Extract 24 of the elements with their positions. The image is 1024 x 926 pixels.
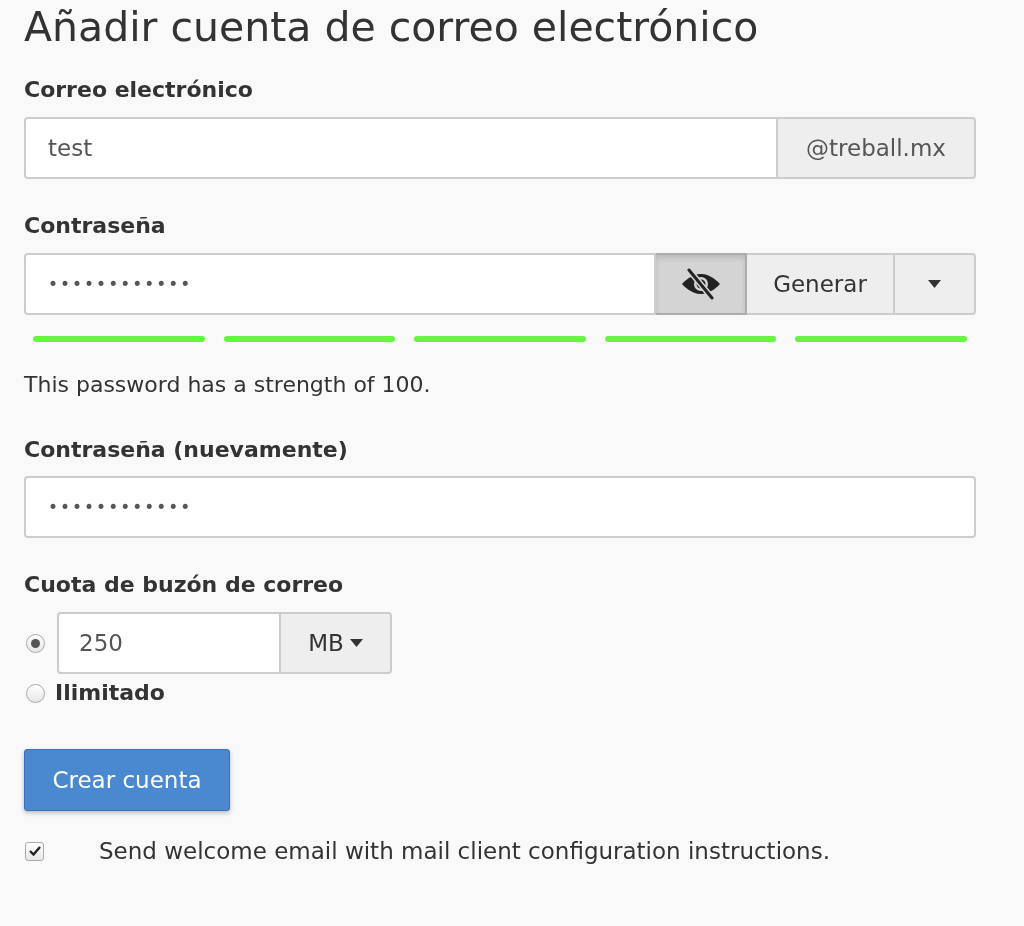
- password-confirm-field[interactable]: ••••••••••••: [24, 476, 976, 538]
- field-label: Contraseña: [24, 212, 166, 240]
- checkbox[interactable]: [25, 841, 44, 861]
- password-field[interactable]: ••••••••••••: [24, 253, 656, 315]
- email-field[interactable]: test: [24, 117, 778, 179]
- checkbox-label: Send welcome email with mail client configuration instructions.: [99, 837, 830, 866]
- field-label: Correo electrónico: [24, 76, 253, 104]
- page-title: Añadir cuenta de correo electrónico: [24, 2, 759, 52]
- caret-icon: [928, 280, 941, 288]
- caret-icon: [349, 639, 363, 647]
- field-label: Cuota de buzón de correo: [24, 571, 344, 599]
- domain-addon: @treball.mx: [778, 117, 976, 179]
- field-label: Contraseña (nuevamente): [24, 436, 348, 464]
- quota-field[interactable]: 250: [57, 612, 281, 674]
- unit-dropdown[interactable]: MB: [281, 612, 392, 674]
- create-account-button[interactable]: Crear cuenta: [24, 749, 230, 811]
- check-icon: [28, 846, 41, 856]
- strength-text: This password has a strength of 100.: [24, 371, 431, 399]
- show-password-toggle[interactable]: [656, 253, 747, 315]
- eye-slash-icon: [680, 268, 721, 300]
- radio-button[interactable]: [26, 633, 45, 653]
- generate-button[interactable]: Generar: [747, 253, 895, 315]
- radio-label: Ilimitado: [55, 679, 165, 707]
- radio-button[interactable]: [26, 683, 45, 703]
